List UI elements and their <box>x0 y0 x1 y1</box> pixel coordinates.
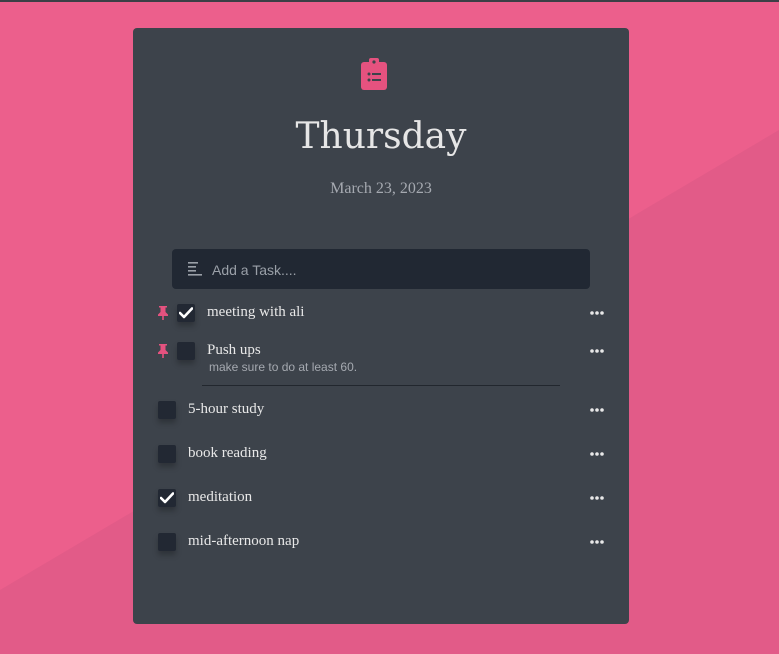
add-task-bar[interactable] <box>172 249 590 291</box>
more-horizontal-icon[interactable] <box>589 538 605 546</box>
pinned-divider <box>202 385 560 386</box>
pin-icon[interactable] <box>157 344 169 358</box>
task-label[interactable]: Push ups <box>207 342 261 359</box>
more-horizontal-icon[interactable] <box>589 406 605 414</box>
more-horizontal-icon[interactable] <box>589 309 605 317</box>
task-item: mid-afternoon nap <box>133 532 629 554</box>
task-checkbox[interactable] <box>177 342 195 360</box>
add-task-input[interactable] <box>210 249 574 291</box>
task-label[interactable]: 5-hour study <box>188 401 264 418</box>
more-horizontal-icon[interactable] <box>589 450 605 458</box>
align-left-icon <box>188 262 202 276</box>
task-label[interactable]: book reading <box>188 445 267 462</box>
todo-card: Thursday March 23, 2023 meeting with ali <box>133 28 629 624</box>
check-icon <box>179 307 193 319</box>
task-item: Push ups make sure to do at least 60. <box>133 341 629 377</box>
task-note: make sure to do at least 60. <box>209 360 358 374</box>
task-checkbox[interactable] <box>158 445 176 463</box>
task-label[interactable]: meditation <box>188 489 252 506</box>
current-date: March 23, 2023 <box>330 180 432 197</box>
task-item: meeting with ali <box>133 303 629 325</box>
task-checkbox[interactable] <box>177 304 195 322</box>
task-label[interactable]: meeting with ali <box>207 304 304 321</box>
task-checkbox[interactable] <box>158 533 176 551</box>
task-item: 5-hour study <box>133 400 629 422</box>
more-horizontal-icon[interactable] <box>589 347 605 355</box>
task-item: meditation <box>133 488 629 510</box>
page-title: Thursday <box>295 116 467 157</box>
check-icon <box>160 492 174 504</box>
task-label[interactable]: mid-afternoon nap <box>188 533 299 550</box>
task-checkbox[interactable] <box>158 401 176 419</box>
task-item: book reading <box>133 444 629 466</box>
task-checkbox[interactable] <box>158 489 176 507</box>
more-horizontal-icon[interactable] <box>589 494 605 502</box>
pin-icon[interactable] <box>157 306 169 320</box>
clipboard-list-icon <box>361 58 387 90</box>
